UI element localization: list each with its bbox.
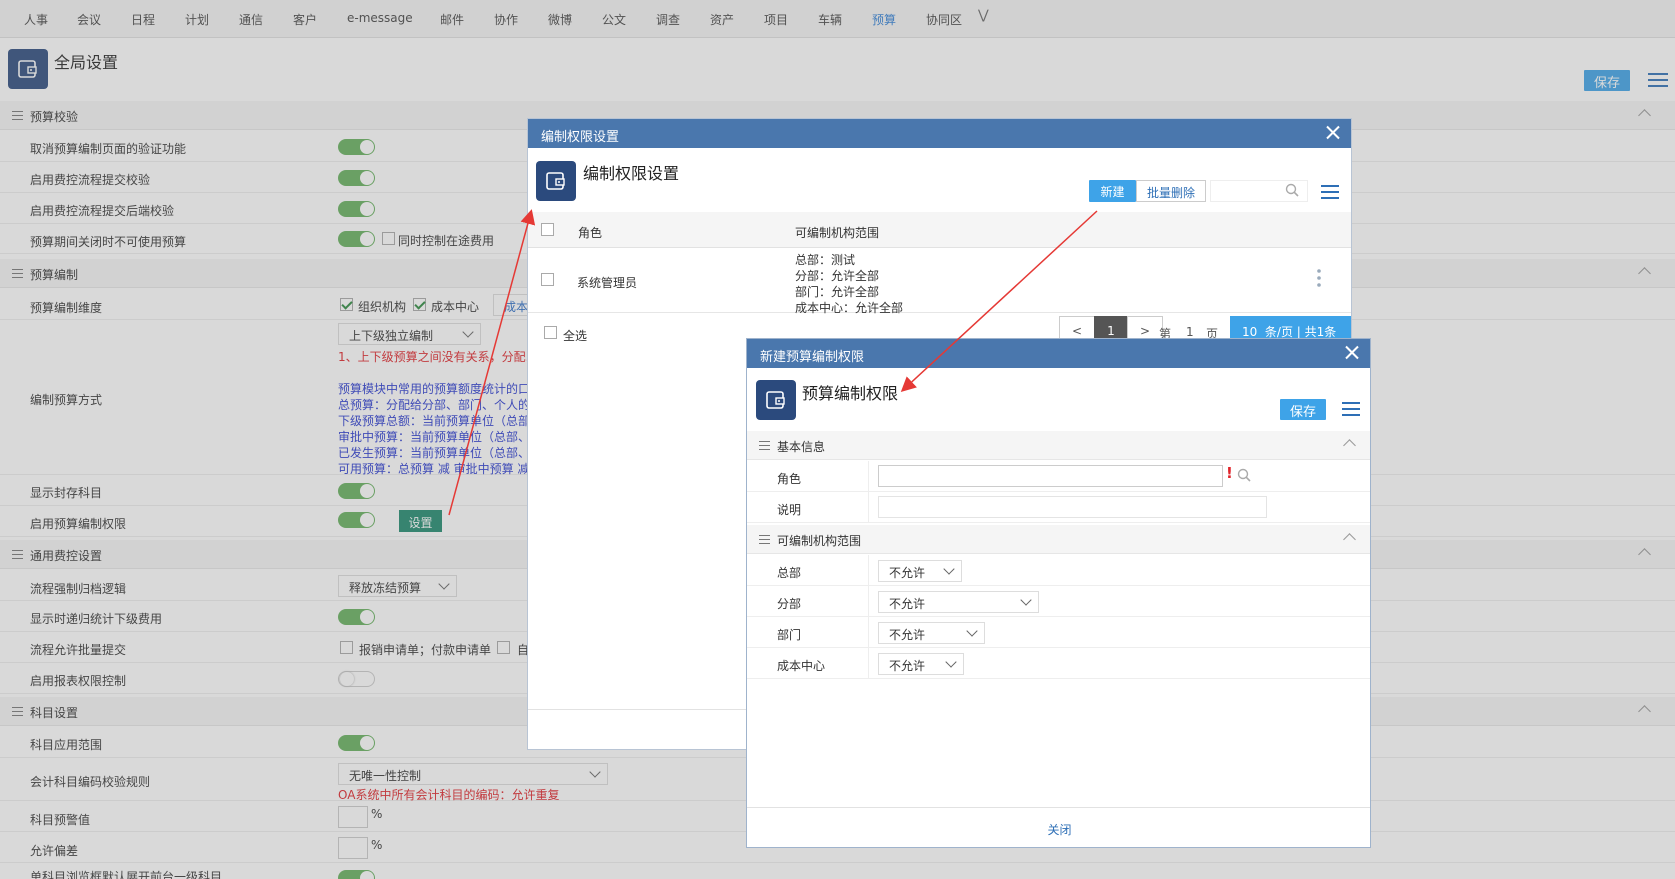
dialog-title: 新建预算编制权限 <box>747 339 1370 368</box>
dialog-heading: 编制权限设置 <box>583 164 680 183</box>
field-label: 角色 <box>777 472 802 486</box>
section-title: 可编制机构范围 <box>777 534 862 548</box>
cost-center-permission-select[interactable]: 不允许 <box>878 653 964 675</box>
cell-scope: 部门：允许全部 <box>795 285 880 299</box>
wallet-icon <box>756 380 796 420</box>
hq-permission-select[interactable]: 不允许 <box>878 560 962 582</box>
collapse-icon[interactable] <box>1343 439 1356 452</box>
required-mark-icon: ! <box>1226 464 1233 482</box>
cell-role: 系统管理员 <box>577 276 638 290</box>
close-icon[interactable] <box>1344 344 1360 360</box>
drag-handle-icon <box>759 535 770 544</box>
save-button[interactable]: 保存 <box>1280 399 1326 420</box>
form-row: 说明 <box>747 492 1370 523</box>
row-checkbox[interactable] <box>541 273 554 286</box>
wallet-icon <box>536 161 576 201</box>
section-title: 基本信息 <box>777 440 826 454</box>
form-row: 角色 ! <box>747 461 1370 492</box>
table-header: 角色 可编制机构范围 <box>528 212 1351 248</box>
dialog-heading: 预算编制权限 <box>802 384 899 403</box>
field-label: 总部 <box>777 566 802 580</box>
form-row: 分部 不允许 <box>747 586 1370 617</box>
new-permission-dialog: 新建预算编制权限 预算编制权限 保存 基本信息 角色 ! 说明 可编制机构范围 … <box>746 338 1371 848</box>
select-all-label: 全选 <box>563 329 588 343</box>
field-label: 部门 <box>777 628 802 642</box>
table-row[interactable]: 系统管理员 总部：测试 分部：允许全部 部门：允许全部 成本中心：允许全部 <box>528 248 1351 315</box>
close-icon[interactable] <box>1325 124 1341 140</box>
cell-scope: 总部：测试 <box>795 253 856 267</box>
batch-delete-button[interactable]: 批量删除 <box>1136 180 1206 202</box>
branch-permission-select[interactable]: 不允许 <box>878 591 1039 613</box>
form-row: 成本中心 不允许 <box>747 648 1370 679</box>
cell-scope: 分部：允许全部 <box>795 269 880 283</box>
dept-permission-select[interactable]: 不允许 <box>878 622 985 644</box>
description-input[interactable] <box>878 496 1267 518</box>
section-scope[interactable]: 可编制机构范围 <box>747 525 1370 554</box>
search-icon[interactable] <box>1285 183 1299 197</box>
menu-list-icon[interactable] <box>1321 185 1341 201</box>
form-row: 部门 不允许 <box>747 617 1370 648</box>
drag-handle-icon <box>759 441 770 450</box>
role-input[interactable] <box>878 465 1223 487</box>
column-header: 可编制机构范围 <box>795 226 880 240</box>
field-label: 成本中心 <box>777 659 826 673</box>
close-button[interactable]: 关闭 <box>747 821 1370 838</box>
dialog-footer-divider <box>747 807 1370 808</box>
select-all-header-checkbox[interactable] <box>541 223 554 236</box>
section-basic-info[interactable]: 基本信息 <box>747 431 1370 460</box>
collapse-icon[interactable] <box>1343 533 1356 546</box>
search-icon[interactable] <box>1237 468 1251 482</box>
new-button[interactable]: 新建 <box>1089 180 1136 202</box>
field-label: 说明 <box>777 503 802 517</box>
more-options-icon[interactable] <box>1317 268 1321 288</box>
select-all-checkbox[interactable] <box>544 326 557 339</box>
field-label: 分部 <box>777 597 802 611</box>
cell-scope: 成本中心：允许全部 <box>795 301 904 315</box>
form-row: 总部 不允许 <box>747 555 1370 586</box>
menu-list-icon[interactable] <box>1342 402 1362 418</box>
column-header: 角色 <box>578 226 603 240</box>
dialog-title: 编制权限设置 <box>528 119 1351 148</box>
pager-text: 1 <box>1186 325 1194 339</box>
